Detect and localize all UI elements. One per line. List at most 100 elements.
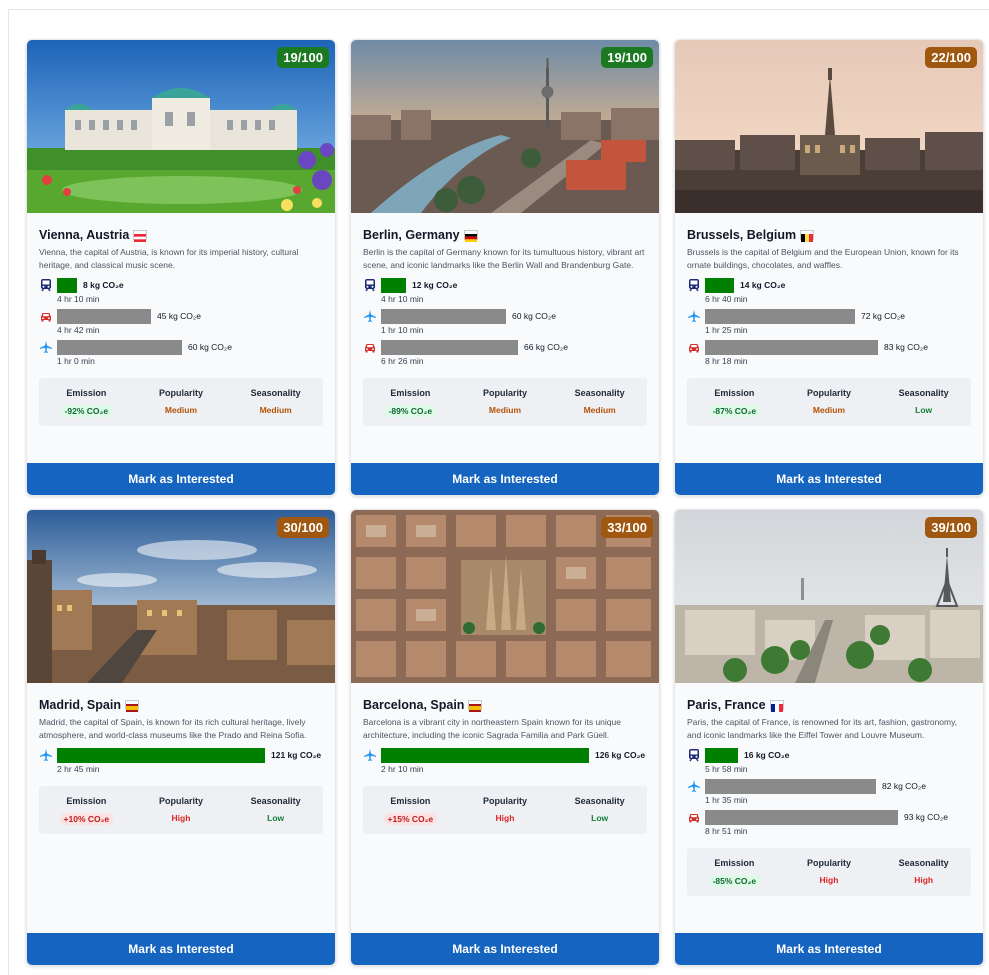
emission-bar bbox=[57, 747, 265, 763]
trip-duration: 6 hr 40 min bbox=[705, 294, 748, 304]
stat-popularity: Popularity High bbox=[134, 786, 229, 834]
stat-header: Emission bbox=[714, 388, 755, 398]
stat-header: Popularity bbox=[482, 796, 527, 806]
stat-popularity: Popularity Medium bbox=[134, 378, 229, 426]
trip-option: 45 kg CO₂e 4 hr 42 min bbox=[39, 308, 323, 335]
stats-panel: Emission -85% CO₂e Popularity High Seaso… bbox=[687, 848, 971, 896]
stat-emission: Emission -92% CO₂e bbox=[39, 378, 134, 426]
trip-duration: 6 hr 26 min bbox=[381, 356, 424, 366]
trip-duration: 8 hr 18 min bbox=[705, 356, 748, 366]
stat-header: Seasonality bbox=[898, 858, 949, 868]
stat-emission: Emission -89% CO₂e bbox=[363, 378, 458, 426]
seasonality-value: Low bbox=[267, 813, 285, 823]
destination-card: 19/100 Berlin, Germany Berlin is the cap… bbox=[350, 39, 660, 496]
austria-flag-icon bbox=[133, 230, 148, 242]
trip-option: 14 kg CO₂e 6 hr 40 min bbox=[687, 277, 971, 304]
trip-co2: 82 kg CO₂e bbox=[882, 781, 926, 791]
car-icon bbox=[39, 309, 53, 323]
emission-badge: +15% CO₂e bbox=[383, 813, 438, 825]
city-description: Berlin is the capital of Germany known f… bbox=[363, 247, 645, 270]
stat-header: Popularity bbox=[158, 388, 203, 398]
popularity-value: High bbox=[819, 875, 839, 885]
mark-interested-button[interactable]: Mark as Interested bbox=[27, 463, 335, 495]
trip-option: 66 kg CO₂e 6 hr 26 min bbox=[363, 339, 647, 366]
trip-option: 82 kg CO₂e 1 hr 35 min bbox=[687, 778, 971, 805]
trip-co2: 16 kg CO₂e bbox=[744, 750, 790, 760]
destination-card: 30/100 Madrid, Spain Madrid, the capital… bbox=[26, 509, 336, 966]
city-name: Brussels, Belgium bbox=[687, 228, 797, 242]
stat-header: Emission bbox=[390, 796, 431, 806]
popularity-value: Medium bbox=[812, 405, 846, 415]
emission-badge: -92% CO₂e bbox=[60, 405, 113, 417]
emission-bar bbox=[705, 778, 876, 794]
city-description: Brussels is the capital of Belgium and t… bbox=[687, 247, 959, 270]
stat-header: Emission bbox=[390, 388, 431, 398]
plane-icon bbox=[39, 340, 53, 354]
trip-option: 16 kg CO₂e 5 hr 58 min bbox=[687, 747, 971, 774]
city-name: Paris, France bbox=[687, 698, 766, 712]
trip-duration: 1 hr 10 min bbox=[381, 325, 424, 335]
city-name: Vienna, Austria bbox=[39, 228, 130, 242]
emission-badge: -89% CO₂e bbox=[384, 405, 437, 417]
score-badge: 22/100 bbox=[925, 47, 977, 68]
trip-co2: 14 kg CO₂e bbox=[740, 280, 786, 290]
emission-bar bbox=[381, 308, 506, 324]
car-icon bbox=[687, 340, 701, 354]
mark-interested-button[interactable]: Mark as Interested bbox=[351, 933, 659, 965]
seasonality-value: High bbox=[914, 875, 934, 885]
mark-interested-button[interactable]: Mark as Interested bbox=[27, 933, 335, 965]
stat-popularity: Popularity High bbox=[458, 786, 553, 834]
city-name: Berlin, Germany bbox=[363, 228, 460, 242]
trip-option: 12 kg CO₂e 4 hr 10 min bbox=[363, 277, 647, 304]
city-photo: 33/100 bbox=[351, 510, 659, 683]
plane-icon bbox=[687, 309, 701, 323]
city-description: Barcelona is a vibrant city in northeast… bbox=[363, 717, 621, 740]
emission-bar bbox=[57, 277, 77, 293]
city-title: Vienna, Austria bbox=[39, 228, 323, 242]
trip-co2: 8 kg CO₂e bbox=[83, 280, 124, 290]
trip-co2: 72 kg CO₂e bbox=[861, 311, 905, 321]
stat-header: Seasonality bbox=[574, 796, 625, 806]
destination-card: 19/100 Vienna, Austria Vienna, the capit… bbox=[26, 39, 336, 496]
france-flag-icon bbox=[769, 700, 784, 712]
trip-option: 121 kg CO₂e 2 hr 45 min bbox=[39, 747, 323, 774]
emission-bar bbox=[705, 308, 855, 324]
trip-option: 60 kg CO₂e 1 hr 10 min bbox=[363, 308, 647, 335]
trip-duration: 8 hr 51 min bbox=[705, 826, 748, 836]
emission-bar bbox=[705, 277, 734, 293]
stat-popularity: Popularity High bbox=[782, 848, 877, 896]
mark-interested-button[interactable]: Mark as Interested bbox=[351, 463, 659, 495]
stat-header: Popularity bbox=[482, 388, 527, 398]
emission-bar bbox=[381, 277, 406, 293]
trip-option: 8 kg CO₂e 4 hr 10 min bbox=[39, 277, 323, 304]
plane-icon bbox=[687, 779, 701, 793]
stat-header: Seasonality bbox=[574, 388, 625, 398]
seasonality-value: Low bbox=[591, 813, 609, 823]
destination-card: 22/100 Brussels, Belgium Brussels is the… bbox=[674, 39, 984, 496]
mark-interested-button[interactable]: Mark as Interested bbox=[675, 463, 983, 495]
trip-list: 16 kg CO₂e 5 hr 58 min 82 kg CO₂e 1 hr 3… bbox=[687, 747, 971, 836]
trip-duration: 1 hr 25 min bbox=[705, 325, 748, 335]
stats-panel: Emission -89% CO₂e Popularity Medium Sea… bbox=[363, 378, 647, 426]
trip-duration: 2 hr 45 min bbox=[57, 764, 100, 774]
spain-flag-icon bbox=[468, 700, 483, 712]
trip-co2: 12 kg CO₂e bbox=[412, 280, 458, 290]
trip-co2: 45 kg CO₂e bbox=[157, 311, 201, 321]
score-badge: 19/100 bbox=[601, 47, 653, 68]
stat-header: Seasonality bbox=[250, 388, 301, 398]
plane-icon bbox=[363, 748, 377, 762]
stat-header: Emission bbox=[714, 858, 755, 868]
mark-interested-button[interactable]: Mark as Interested bbox=[675, 933, 983, 965]
popularity-value: High bbox=[171, 813, 191, 823]
stat-popularity: Popularity Medium bbox=[458, 378, 553, 426]
popularity-value: High bbox=[495, 813, 515, 823]
stat-header: Popularity bbox=[158, 796, 203, 806]
popularity-value: Medium bbox=[164, 405, 198, 415]
car-icon bbox=[687, 810, 701, 824]
seasonality-value: Medium bbox=[583, 405, 616, 415]
stat-header: Emission bbox=[66, 388, 107, 398]
stat-seasonality: Seasonality Low bbox=[876, 378, 971, 426]
trip-option: 126 kg CO₂e 2 hr 10 min bbox=[363, 747, 647, 774]
trip-co2: 66 kg CO₂e bbox=[524, 342, 568, 352]
city-title: Madrid, Spain bbox=[39, 698, 323, 712]
